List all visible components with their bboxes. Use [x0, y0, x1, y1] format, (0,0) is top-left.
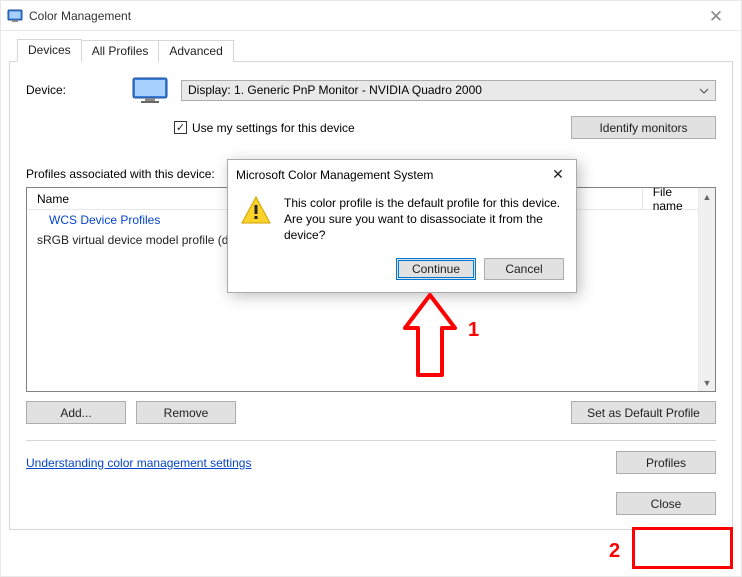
identify-monitors-button[interactable]: Identify monitors: [571, 116, 716, 139]
tab-strip: Devices All Profiles Advanced: [17, 39, 733, 61]
annotation-close-highlight: [632, 527, 733, 569]
device-select-value: Display: 1. Generic PnP Monitor - NVIDIA…: [188, 83, 482, 97]
tab-pane-devices: Device: Display: 1. Generic PnP Monitor …: [9, 61, 733, 530]
profiles-button[interactable]: Profiles: [616, 451, 716, 474]
scroll-down-icon[interactable]: ▼: [699, 374, 715, 391]
device-label: Device:: [26, 83, 121, 97]
tab-advanced[interactable]: Advanced: [158, 40, 233, 62]
window-title: Color Management: [29, 9, 131, 23]
add-button[interactable]: Add...: [26, 401, 126, 424]
dialog-title: Microsoft Color Management System: [236, 168, 433, 182]
set-default-button[interactable]: Set as Default Profile: [571, 401, 716, 424]
use-my-settings-label: Use my settings for this device: [192, 121, 355, 135]
scrollbar[interactable]: ▲ ▼: [698, 188, 715, 391]
divider: [26, 440, 716, 441]
close-button[interactable]: Close: [616, 492, 716, 515]
tab-all-profiles[interactable]: All Profiles: [81, 40, 160, 62]
use-my-settings-checkbox[interactable]: ✓: [174, 121, 187, 134]
device-select[interactable]: Display: 1. Generic PnP Monitor - NVIDIA…: [181, 80, 716, 101]
annotation-label-2: 2: [609, 540, 620, 563]
chevron-down-icon: [699, 85, 709, 99]
help-link[interactable]: Understanding color management settings: [26, 456, 251, 470]
window-titlebar: Color Management ✕: [1, 1, 741, 31]
monitor-icon: [131, 76, 171, 104]
dialog-message: This color profile is the default profil…: [284, 195, 564, 244]
cancel-button[interactable]: Cancel: [484, 258, 564, 280]
window-close-button[interactable]: ✕: [701, 7, 731, 27]
scroll-up-icon[interactable]: ▲: [699, 188, 715, 205]
remove-button[interactable]: Remove: [136, 401, 236, 424]
annotation-label-1: 1: [468, 319, 479, 342]
app-icon: [7, 8, 23, 24]
warning-icon: [240, 195, 272, 225]
confirmation-dialog: Microsoft Color Management System ✕ This…: [227, 159, 577, 293]
check-icon: ✓: [176, 123, 185, 133]
tab-devices[interactable]: Devices: [17, 39, 82, 62]
dialog-titlebar: Microsoft Color Management System ✕: [228, 160, 576, 189]
continue-button[interactable]: Continue: [396, 258, 476, 280]
dialog-close-button[interactable]: ✕: [548, 166, 568, 183]
